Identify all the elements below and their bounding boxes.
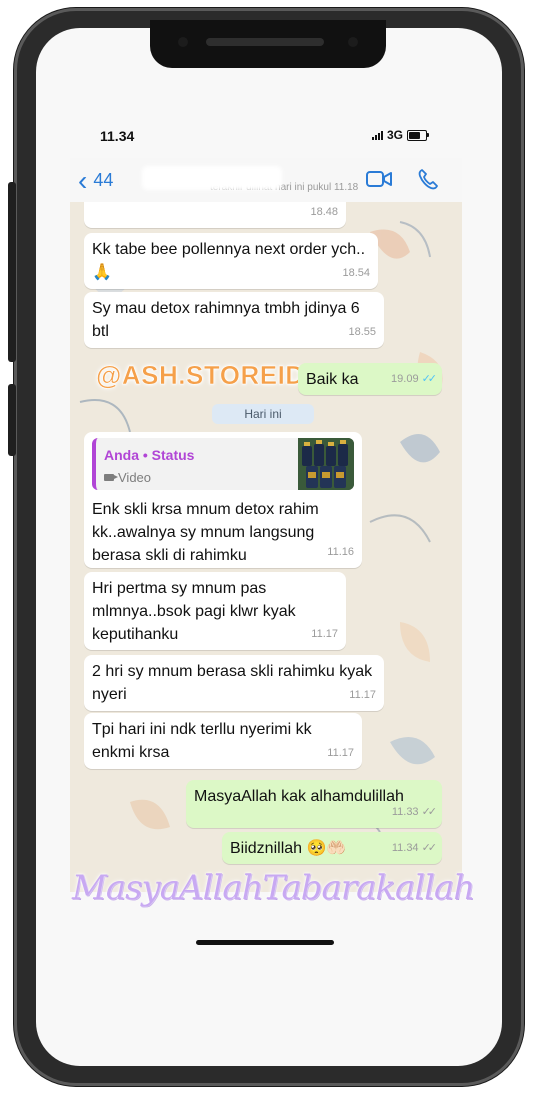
message-time: 11.17: [349, 689, 376, 701]
video-icon: [104, 474, 118, 481]
message-bubble-incoming[interactable]: Hri pertma sy mnum pas mlmnya..bsok pagi…: [84, 572, 346, 650]
chevron-left-icon: ‹: [78, 164, 88, 196]
chat-header: ‹ 44 terakhir dilihat hari ini pukul 11.…: [70, 158, 462, 202]
message-text: MasyaAllah kak alhamdulillah: [194, 788, 404, 805]
voice-call-icon[interactable]: [418, 168, 438, 190]
status-indicators: 3G: [372, 128, 430, 142]
message-status: 11.33 ✓✓: [391, 806, 438, 818]
store-handle-watermark: @ASH.STOREID: [96, 360, 305, 391]
network-label: 3G: [387, 128, 404, 142]
message-text: 2 hri sy mnum berasa skli rahimku kyak n…: [92, 663, 373, 703]
message-status: 11.34 ✓✓: [391, 842, 438, 854]
back-button[interactable]: ‹ 44: [78, 164, 114, 196]
message-bubble-incoming[interactable]: Tpi hari ini ndk terllu nyerimi kk enkmi…: [84, 713, 362, 769]
message-bubble-outgoing[interactable]: MasyaAllah kak alhamdulillah 11.33 ✓✓: [186, 780, 442, 828]
message-text: Biidznillah 🥺🤲🏻: [230, 840, 347, 857]
message-text: Hri pertma sy mnum pas mlmnya..bsok pagi…: [92, 580, 296, 643]
volume-up-button: [8, 182, 16, 362]
message-text: Tpi hari ini ndk terllu nyerimi kk enkmi…: [92, 721, 312, 761]
chat-area[interactable]: 18.48 Kk tabe bee pollennya next order y…: [70, 202, 462, 892]
video-call-icon[interactable]: [366, 170, 392, 188]
reply-author: Anda • Status: [104, 447, 195, 463]
message-time: 11.17: [311, 628, 338, 640]
message-bubble-incoming[interactable]: Anda • Status Video Enk skli krsa mnum d…: [84, 432, 362, 568]
volume-down-button: [8, 384, 16, 456]
message-time: 11.17: [327, 747, 354, 759]
front-sensor: [348, 37, 358, 47]
home-indicator[interactable]: [196, 940, 334, 945]
message-bubble-incoming[interactable]: 2 hri sy mnum berasa skli rahimku kyak n…: [84, 655, 384, 711]
speaker-grille: [206, 38, 324, 46]
message-bubble-incoming[interactable]: Sy mau detox rahimnya tmbh jdinya 6 btl …: [84, 292, 384, 348]
message-bubble-outgoing[interactable]: Biidznillah 🥺🤲🏻 11.34 ✓✓: [222, 832, 442, 864]
contact-name-redacted[interactable]: [142, 166, 282, 190]
message-text: Enk skli krsa mnum detox rahim kk..awaln…: [92, 501, 319, 564]
battery-icon: [407, 129, 430, 141]
message-time: 18.48: [310, 206, 338, 218]
message-bubble-incoming[interactable]: 18.48: [84, 202, 346, 228]
date-divider: Hari ini: [212, 404, 314, 424]
message-text: Baik ka: [306, 371, 359, 388]
message-bubble-incoming[interactable]: Kk tabe bee pollennya next order ych..🙏 …: [84, 233, 378, 289]
unread-count: 44: [93, 170, 114, 190]
script-watermark: MasyaAllahTabarakallah: [72, 868, 475, 908]
read-ticks-icon: ✓✓: [421, 373, 438, 385]
front-camera: [178, 37, 188, 47]
status-thumbnail: [298, 438, 354, 490]
delivered-ticks-icon: ✓✓: [421, 806, 438, 818]
message-status: 19.09 ✓✓: [391, 373, 438, 385]
message-time: 18.55: [348, 326, 376, 338]
message-text: Sy mau detox rahimnya tmbh jdinya 6 btl: [92, 300, 360, 340]
reply-media-type: Video: [104, 466, 151, 489]
message-bubble-outgoing[interactable]: Baik ka 19.09 ✓✓: [298, 363, 442, 395]
delivered-ticks-icon: ✓✓: [421, 842, 438, 854]
message-time: 18.54: [342, 267, 370, 279]
status-reply-card[interactable]: Anda • Status Video: [92, 438, 354, 490]
message-time: 11.16: [327, 546, 354, 558]
signal-icon: [372, 130, 383, 140]
status-time: 11.34: [100, 128, 135, 144]
message-text: Kk tabe bee pollennya next order ych..🙏: [92, 241, 366, 281]
